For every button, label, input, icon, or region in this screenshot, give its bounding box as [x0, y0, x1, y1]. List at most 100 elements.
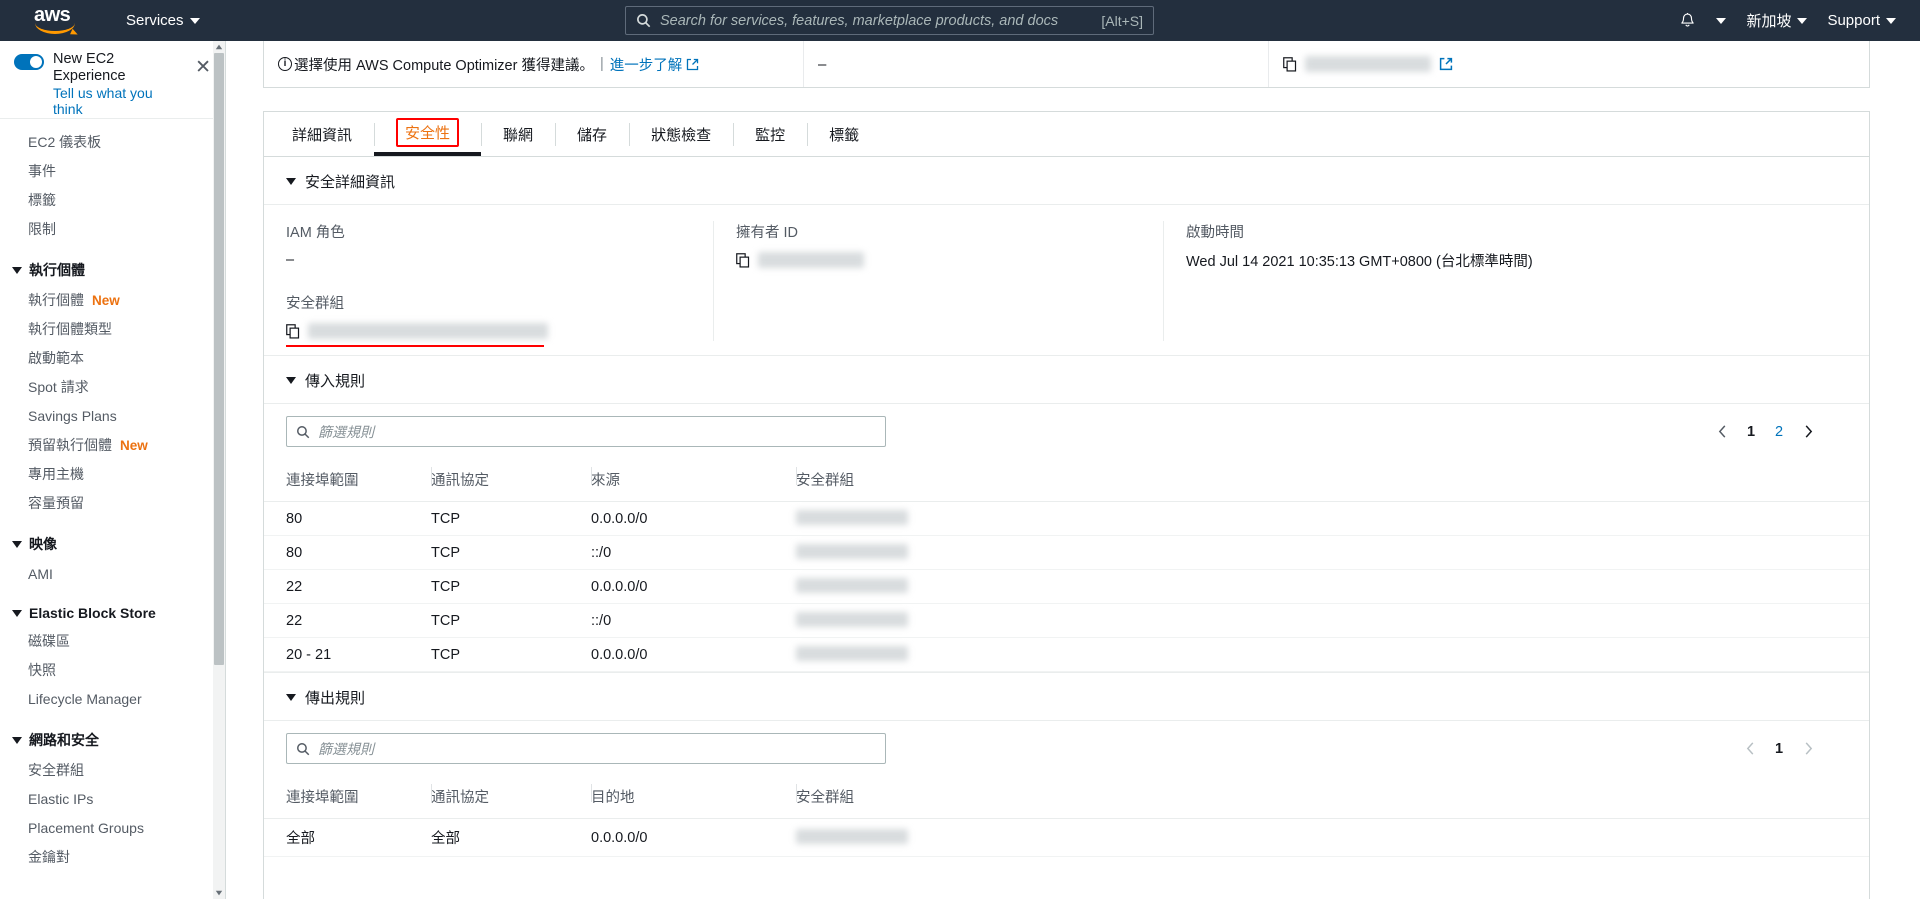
cell-destination: 0.0.0.0/0: [591, 818, 796, 857]
sidebar-item-6[interactable]: 執行個體類型: [0, 315, 225, 344]
scroll-up-arrow-icon[interactable]: [214, 41, 224, 53]
sidebar-item-label: 執行個體: [28, 292, 84, 308]
inbound-filter-input[interactable]: [318, 423, 876, 440]
sidebar-item-10[interactable]: 預留執行個體 New: [0, 431, 225, 460]
pagination-page-1[interactable]: 1: [1767, 736, 1791, 762]
chevron-down-icon: [1886, 17, 1896, 24]
cell-source: 0.0.0.0/0: [591, 501, 796, 536]
security-details-column-middle: 擁有者 ID 821871333454: [714, 221, 1164, 341]
new-ec2-experience-panel: New EC2 Experience Tell us what you thin…: [0, 41, 225, 119]
new-experience-title: New EC2 Experience: [53, 51, 126, 84]
external-link-icon[interactable]: [1439, 57, 1453, 71]
cell-source: 0.0.0.0/0: [591, 569, 796, 604]
copy-icon[interactable]: [286, 323, 300, 339]
sidebar-item-label: 專用主機: [28, 466, 84, 482]
region-selector-button[interactable]: 新加坡: [1736, 0, 1817, 41]
sidebar-item-label: 預留執行個體: [28, 437, 112, 453]
sidebar-item-2[interactable]: 標籤: [0, 186, 225, 215]
tab-2[interactable]: 聯網: [481, 112, 555, 156]
sidebar-scrollbar-thumb[interactable]: [214, 53, 224, 665]
security-details-section-header[interactable]: 安全詳細資訊: [264, 157, 1869, 205]
aws-logo[interactable]: aws: [34, 5, 86, 36]
sidebar-item-18[interactable]: Lifecycle Manager: [0, 685, 225, 714]
scroll-down-arrow-icon[interactable]: [214, 887, 224, 899]
pagination-next-button[interactable]: [1795, 736, 1821, 762]
outbound-rules-section-header[interactable]: 傳出規則: [264, 672, 1869, 721]
new-badge: New: [92, 293, 120, 308]
copy-icon[interactable]: [736, 252, 750, 268]
tab-4[interactable]: 狀態檢查: [629, 112, 733, 156]
pagination-page-1[interactable]: 1: [1739, 419, 1763, 445]
sidebar-group-13[interactable]: 映像: [0, 528, 225, 560]
outbound-filter-box[interactable]: [286, 733, 886, 764]
sidebar-item-22[interactable]: Placement Groups: [0, 814, 225, 843]
sidebar-group-19[interactable]: 網路和安全: [0, 724, 225, 756]
owner-id-label: 擁有者 ID: [736, 225, 799, 241]
tell-us-what-you-think-link[interactable]: Tell us what you think: [53, 85, 163, 117]
inbound-col-port: 連接埠範圍: [264, 459, 431, 502]
pagination-page-2[interactable]: 2: [1767, 419, 1791, 445]
security-details-body: IAM 角色 – 安全群組 sg-04cdb02b7affc214 (launc…: [264, 205, 1869, 356]
account-menu-button[interactable]: [1706, 0, 1736, 41]
cell-security-group-blurred: launch-wizard-1: [796, 510, 908, 525]
sidebar-item-1[interactable]: 事件: [0, 157, 225, 186]
sidebar-item-8[interactable]: Spot 請求: [0, 373, 225, 402]
sidebar-item-16[interactable]: 磁碟區: [0, 627, 225, 656]
sidebar-group-4[interactable]: 執行個體: [0, 254, 225, 286]
sidebar-item-14[interactable]: AMI: [0, 560, 225, 589]
sidebar-item-0[interactable]: EC2 儀表板: [0, 128, 225, 157]
tab-3[interactable]: 儲存: [555, 112, 629, 156]
sidebar-scrollbar[interactable]: [213, 41, 225, 899]
inbound-table-header-row: 連接埠範圍 通訊協定 來源 安全群組: [264, 459, 1869, 502]
notifications-bell-button[interactable]: [1669, 0, 1706, 41]
sidebar-item-21[interactable]: Elastic IPs: [0, 785, 225, 814]
sidebar-group-15[interactable]: Elastic Block Store: [0, 599, 225, 627]
inbound-rules-section-header[interactable]: 傳入規則: [264, 356, 1869, 404]
sidebar-item-label: 事件: [28, 163, 56, 179]
new-experience-text: New EC2 Experience Tell us what you thin…: [53, 51, 163, 117]
inbound-filter-box[interactable]: [286, 416, 886, 447]
outbound-filter-input[interactable]: [318, 740, 876, 757]
tab-label: 狀態檢查: [651, 126, 712, 144]
global-search-box[interactable]: [Alt+S]: [625, 6, 1154, 35]
inbound-filter-bar: 1 2: [264, 404, 1869, 459]
sidebar-item-23[interactable]: 金鑰對: [0, 843, 225, 872]
sidebar-item-20[interactable]: 安全群組: [0, 756, 225, 785]
sidebar-item-17[interactable]: 快照: [0, 656, 225, 685]
tab-1[interactable]: 安全性: [374, 112, 482, 156]
sidebar-item-7[interactable]: 啟動範本: [0, 344, 225, 373]
sidebar-item-11[interactable]: 專用主機: [0, 460, 225, 489]
copy-icon[interactable]: [1283, 56, 1297, 72]
outbound-col-sg: 安全群組: [796, 776, 1869, 819]
pagination-prev-button[interactable]: [1737, 736, 1763, 762]
security-group-value-blurred[interactable]: sg-04cdb02b7affc214 (launch-wizard-1): [308, 323, 548, 339]
outbound-rules-title: 傳出規則: [305, 690, 366, 707]
tab-0[interactable]: 詳細資訊: [270, 112, 374, 156]
sidebar-item-5[interactable]: 執行個體 New: [0, 286, 225, 315]
iam-role-label: IAM 角色: [286, 225, 345, 241]
left-sidebar: New EC2 Experience Tell us what you thin…: [0, 41, 226, 899]
services-menu-label: Services: [126, 12, 184, 29]
cell-port: 22: [264, 603, 431, 638]
external-link-icon[interactable]: [686, 58, 699, 71]
sidebar-item-12[interactable]: 容量預留: [0, 489, 225, 518]
new-experience-toggle[interactable]: [14, 54, 44, 70]
services-menu-button[interactable]: Services: [116, 0, 210, 41]
support-menu-button[interactable]: Support: [1817, 0, 1906, 41]
learn-more-link[interactable]: 進一步了解: [610, 54, 683, 75]
close-icon[interactable]: ✕: [195, 58, 211, 77]
tab-5[interactable]: 監控: [733, 112, 807, 156]
security-groups-value-row: sg-04cdb02b7affc214 (launch-wizard-1): [286, 321, 691, 347]
sidebar-item-3[interactable]: 限制: [0, 215, 225, 244]
sidebar-item-9[interactable]: Savings Plans: [0, 402, 225, 431]
cell-security-group-blurred: launch-wizard-1: [796, 544, 908, 559]
inbound-pagination: 1 2: [1709, 419, 1821, 445]
sidebar-item-label: Elastic IPs: [28, 791, 94, 807]
sidebar-item-label: 容量預留: [28, 495, 84, 511]
search-input[interactable]: [660, 12, 1094, 29]
banner-message: 選擇使用 AWS Compute Optimizer 獲得建議。: [294, 57, 594, 74]
pagination-prev-button[interactable]: [1709, 419, 1735, 445]
cell-port: 80: [264, 501, 431, 536]
pagination-next-button[interactable]: [1795, 419, 1821, 445]
tab-6[interactable]: 標籤: [807, 112, 881, 156]
